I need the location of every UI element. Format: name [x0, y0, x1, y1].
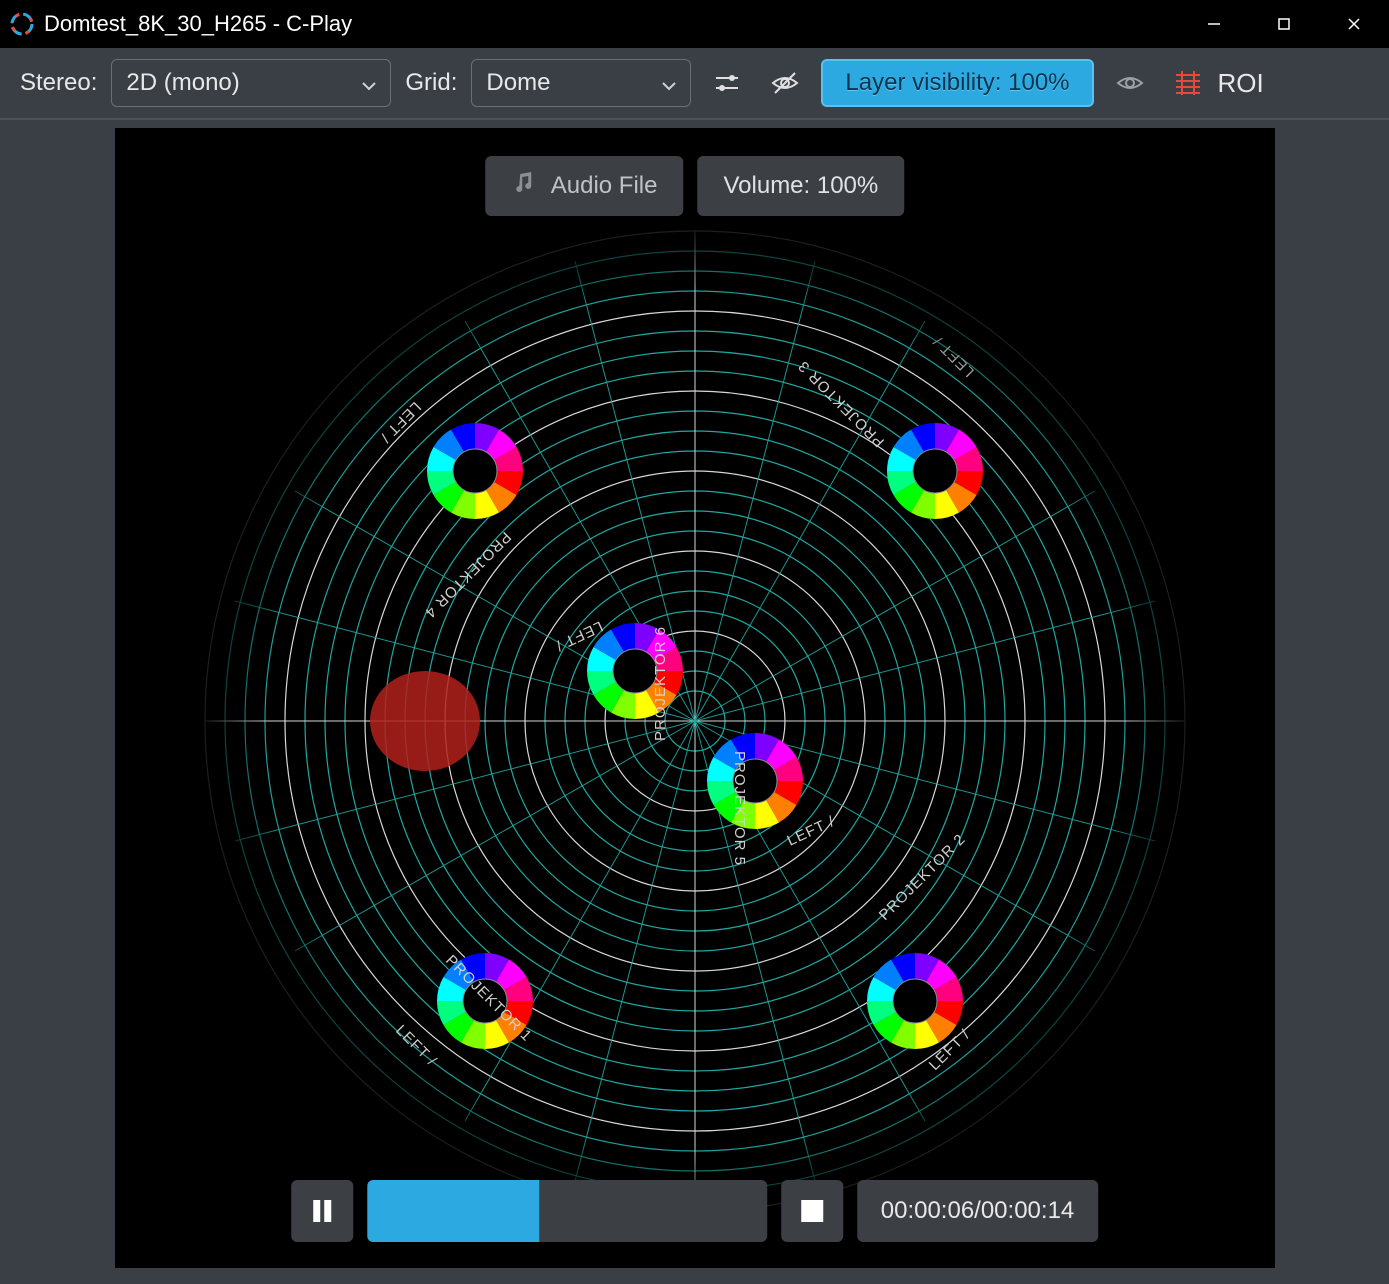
minimize-button[interactable] [1179, 0, 1249, 48]
eye-button[interactable] [1108, 61, 1152, 105]
time-separator: / [974, 1197, 981, 1225]
layer-visibility-label: Layer visibility: 100% [845, 69, 1069, 96]
toolbar: Stereo: 2D (mono) Grid: Dome Layer visib… [0, 48, 1389, 120]
time-current: 00:00:06 [881, 1197, 974, 1225]
settings-sliders-button[interactable] [705, 61, 749, 105]
audio-file-button[interactable]: Audio File [485, 156, 684, 216]
grid-label: Grid: [405, 69, 457, 97]
grid-select[interactable]: Dome [471, 59, 691, 107]
dome-graphic: PROJEKTOR 1 LEFT / PROJEKTOR 2 LEFT / PR… [195, 221, 1195, 1221]
volume-pill[interactable]: Volume: 100% [697, 156, 904, 216]
close-button[interactable] [1319, 0, 1389, 48]
layer-visibility-button[interactable]: Layer visibility: 100% [821, 59, 1093, 107]
roi-icon-button[interactable]: ROI [1166, 61, 1270, 105]
viewport: Audio File Volume: 100% [115, 128, 1275, 1268]
stop-icon [799, 1198, 825, 1224]
content-area: Audio File Volume: 100% [0, 120, 1389, 1284]
chevron-down-icon [660, 74, 678, 92]
stereo-select-value: 2D (mono) [126, 69, 239, 97]
time-total: 00:00:14 [981, 1197, 1074, 1225]
eye-slash-button[interactable] [763, 61, 807, 105]
stereo-select[interactable]: 2D (mono) [111, 59, 391, 107]
playback-bar: 00:00:06 / 00:00:14 [291, 1180, 1099, 1242]
roi-icon [1172, 67, 1204, 99]
roi-label: ROI [1218, 68, 1264, 99]
maximize-button[interactable] [1249, 0, 1319, 48]
pause-icon [308, 1197, 336, 1225]
progress-fill [367, 1180, 539, 1242]
chevron-down-icon [360, 74, 378, 92]
app-icon [10, 12, 34, 36]
music-note-icon [511, 170, 537, 203]
grid-select-value: Dome [486, 69, 550, 97]
stereo-label: Stereo: [20, 69, 97, 97]
audio-file-label: Audio File [551, 172, 658, 200]
volume-label: Volume: 100% [723, 172, 878, 200]
titlebar: Domtest_8K_30_H265 - C-Play [0, 0, 1389, 48]
progress-bar[interactable] [367, 1180, 767, 1242]
pause-button[interactable] [291, 1180, 353, 1242]
window-title: Domtest_8K_30_H265 - C-Play [44, 11, 352, 37]
stop-button[interactable] [781, 1180, 843, 1242]
audio-pills: Audio File Volume: 100% [485, 156, 905, 216]
time-display: 00:00:06 / 00:00:14 [857, 1180, 1099, 1242]
